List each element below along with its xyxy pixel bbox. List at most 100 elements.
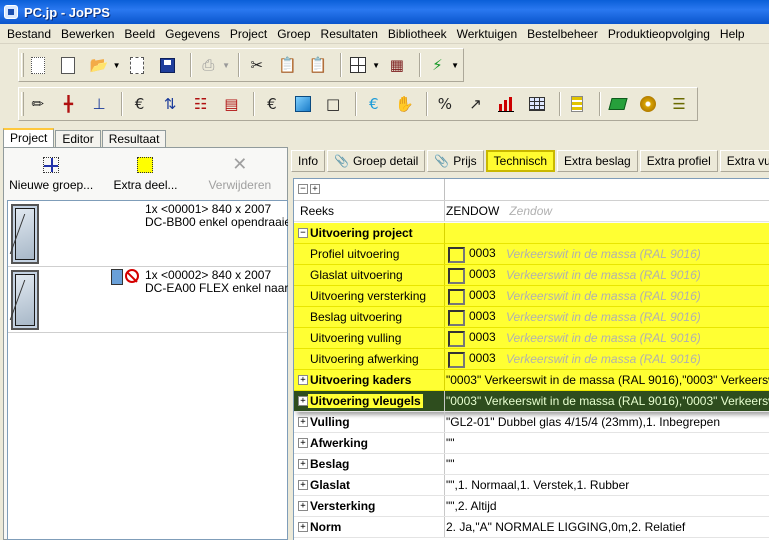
color-swatch[interactable] <box>448 352 465 368</box>
expand-all-icon[interactable]: + <box>310 184 320 194</box>
panel-icon[interactable]: □ <box>320 91 346 117</box>
toolbar-grip[interactable] <box>21 53 24 77</box>
stack-icon[interactable] <box>565 91 591 117</box>
paste-special-icon[interactable]: 📋 <box>305 52 331 78</box>
layers-icon[interactable]: ▦ <box>384 52 410 78</box>
technical-button[interactable]: Technisch <box>485 150 556 172</box>
list-item[interactable]: 1x <00001> 840 x 2007 DC-BB00 enkel open… <box>8 201 291 267</box>
expand-icon[interactable]: + <box>298 438 308 448</box>
sill-icon[interactable]: ▤ <box>219 91 245 117</box>
new-group-button[interactable]: Nieuwe groep... <box>4 148 98 198</box>
euro-profile-icon[interactable]: € <box>127 91 153 117</box>
color-swatch[interactable] <box>448 331 465 347</box>
info-button[interactable]: Info <box>291 150 326 172</box>
new-doc-icon[interactable] <box>25 52 51 78</box>
property-row-uitvoering-vleugels[interactable]: + Uitvoering vleugels "0003" Verkeerswit… <box>294 391 769 412</box>
menu-bibliotheek[interactable]: Bibliotheek <box>383 24 452 44</box>
menu-project[interactable]: Project <box>225 24 272 44</box>
expand-icon[interactable]: + <box>298 396 308 406</box>
extra-filling-button[interactable]: Extra vulling <box>719 150 769 172</box>
frame-tool-icon[interactable]: ╋ <box>56 91 82 117</box>
menu-produktieopvolging[interactable]: Produktieopvolging <box>603 24 715 44</box>
expand-icon[interactable]: + <box>298 375 308 385</box>
grid-icon[interactable] <box>346 52 372 78</box>
green-tool-icon[interactable] <box>605 91 631 117</box>
color-swatch[interactable] <box>448 247 465 263</box>
expand-icon[interactable]: + <box>298 501 308 511</box>
expand-icon[interactable]: + <box>298 522 308 532</box>
color-swatch[interactable] <box>448 310 465 326</box>
export-icon[interactable] <box>125 52 151 78</box>
property-row-vulling[interactable]: + Vulling "GL2-01" Dubbel glas 4/15/4 (2… <box>294 412 769 433</box>
menu-groep[interactable]: Groep <box>272 24 315 44</box>
profile-tool-icon[interactable]: ✏ <box>25 91 51 117</box>
copy-icon[interactable] <box>56 52 82 78</box>
drill-icon[interactable]: ☰ <box>666 91 692 117</box>
extra-profile-button[interactable]: Extra profiel <box>639 150 718 172</box>
save-icon[interactable] <box>155 52 181 78</box>
menu-bewerken[interactable]: Bewerken <box>56 24 119 44</box>
menu-werktuigen[interactable]: Werktuigen <box>452 24 522 44</box>
resize-icon[interactable]: ⇅ <box>157 91 183 117</box>
menu-beeld[interactable]: Beeld <box>119 24 160 44</box>
euro-glass-icon[interactable]: € <box>259 91 285 117</box>
item-list[interactable]: 1x <00001> 840 x 2007 DC-BB00 enkel open… <box>7 200 291 540</box>
color-swatch[interactable] <box>448 289 465 305</box>
extra-hardware-button[interactable]: Extra beslag <box>557 150 638 172</box>
toolbar-grip[interactable] <box>21 92 24 116</box>
property-row-profiel-uitvoering[interactable]: Profiel uitvoering 0003 Verkeerswit in d… <box>294 244 769 265</box>
print-icon[interactable]: ⎙ <box>196 52 222 78</box>
property-row-afwerking[interactable]: + Afwerking "" <box>294 433 769 454</box>
paste-icon[interactable]: 📋 <box>275 52 301 78</box>
property-row-beslag-uitvoering[interactable]: Beslag uitvoering 0003 Verkeerswit in de… <box>294 307 769 328</box>
group-detail-button[interactable]: 📎 Groep detail <box>327 150 426 172</box>
tab-resultaat[interactable]: Resultaat <box>101 130 167 148</box>
list-item[interactable]: 1x <00002> 840 x 2007 DC-EA00 FLEX enkel… <box>8 267 288 333</box>
property-row-uitvoering-project[interactable]: − Uitvoering project <box>294 223 769 244</box>
column-divider[interactable] <box>444 179 445 200</box>
chevron-down-icon[interactable]: ▼ <box>372 61 380 70</box>
euro-table-icon[interactable] <box>524 91 550 117</box>
property-row-beslag[interactable]: + Beslag "" <box>294 454 769 475</box>
color-swatch[interactable] <box>448 268 465 284</box>
collapse-icon[interactable]: − <box>298 228 308 238</box>
extra-part-button[interactable]: Extra deel... <box>98 148 192 198</box>
chevron-down-icon[interactable]: ▼ <box>451 61 459 70</box>
gear-icon[interactable] <box>636 91 662 117</box>
property-row-uitvoering-kaders[interactable]: + Uitvoering kaders "0003" Verkeerswit i… <box>294 370 769 391</box>
cut-icon[interactable]: ✂ <box>244 52 270 78</box>
menu-resultaten[interactable]: Resultaten <box>316 24 383 44</box>
property-row-reeks[interactable]: Reeks ZENDOW Zendow <box>294 201 769 222</box>
collapse-all-icon[interactable]: − <box>298 184 308 194</box>
transom-icon[interactable]: ⊥ <box>86 91 112 117</box>
property-row-uitvoering-versterking[interactable]: Uitvoering versterking 0003 Verkeerswit … <box>294 286 769 307</box>
euro-bar-chart-icon[interactable] <box>493 91 519 117</box>
property-row-versterking[interactable]: + Versterking "",2. Altijd <box>294 496 769 517</box>
property-row-uitvoering-afwerking[interactable]: Uitvoering afwerking 0003 Verkeerswit in… <box>294 349 769 370</box>
menu-help[interactable]: Help <box>715 24 750 44</box>
open-folder-icon[interactable]: 📂 <box>86 52 112 78</box>
property-row-norm[interactable]: + Norm 2. Ja,"A" NORMALE LIGGING,0m,2. R… <box>294 517 769 538</box>
chevron-down-icon[interactable]: ▼ <box>113 61 121 70</box>
expand-icon[interactable]: + <box>298 417 308 427</box>
expand-icon[interactable]: + <box>298 459 308 469</box>
menu-bestelbeheer[interactable]: Bestelbeheer <box>522 24 603 44</box>
menu-bestand[interactable]: Bestand <box>2 24 56 44</box>
property-row-glaslat-uitvoering[interactable]: Glaslat uitvoering 0003 Verkeerswit in d… <box>294 265 769 286</box>
euro-line-chart-icon[interactable]: ↗ <box>463 91 489 117</box>
tab-editor[interactable]: Editor <box>55 130 101 148</box>
panel-splitter[interactable] <box>288 128 292 540</box>
menu-gegevens[interactable]: Gegevens <box>160 24 225 44</box>
hardware-icon[interactable]: ☷ <box>188 91 214 117</box>
euro-door-icon[interactable]: € <box>361 91 387 117</box>
euro-percent-icon[interactable]: % <box>432 91 458 117</box>
delete-button[interactable]: ✕ Verwijderen <box>193 148 287 198</box>
expand-icon[interactable]: + <box>298 480 308 490</box>
property-row-glaslat[interactable]: + Glaslat "",1. Normaal,1. Verstek,1. Ru… <box>294 475 769 496</box>
property-row-uitvoering-vulling[interactable]: Uitvoering vulling 0003 Verkeerswit in d… <box>294 328 769 349</box>
cube-icon[interactable] <box>290 91 316 117</box>
chevron-down-icon[interactable]: ▼ <box>222 61 230 70</box>
tab-project[interactable]: Project <box>3 128 55 148</box>
lightning-icon[interactable]: ⚡ <box>425 52 451 78</box>
price-button[interactable]: 📎 Prijs <box>427 150 484 172</box>
